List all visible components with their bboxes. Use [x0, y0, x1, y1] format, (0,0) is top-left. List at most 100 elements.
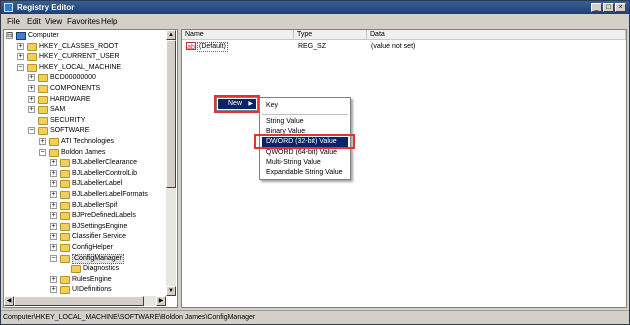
expand-icon[interactable]: + — [17, 42, 24, 50]
tree-item-label: HKEY_LOCAL_MACHINE — [39, 63, 122, 71]
expand-icon[interactable]: + — [50, 201, 57, 209]
folder-icon — [60, 222, 70, 231]
menu-view[interactable]: View — [45, 17, 62, 26]
tree-item-label: ConfigManager — [72, 253, 124, 264]
expand-icon[interactable]: + — [50, 169, 57, 177]
folder-icon — [27, 63, 37, 72]
expand-icon[interactable]: + — [50, 233, 57, 241]
tree-vertical-scrollbar[interactable]: ▲ ▼ — [166, 30, 176, 296]
tree-item-label: BCD00000000 — [50, 74, 96, 82]
folder-icon — [38, 74, 48, 83]
submenu-string-value[interactable]: String Value — [262, 117, 348, 127]
tree-item-label: BJSettingsEngine — [72, 222, 128, 230]
folder-icon — [60, 275, 70, 284]
column-header-name[interactable]: Name — [182, 30, 294, 40]
tree-item-label: ConfigHelper — [72, 244, 113, 251]
folder-icon — [60, 212, 70, 221]
status-bar: Computer\HKEY_LOCAL_MACHINE\SOFTWARE\Bol… — [1, 310, 629, 324]
tree-item-label: Diagnostics — [83, 265, 120, 273]
submenu-separator — [262, 114, 348, 115]
status-path: Computer\HKEY_LOCAL_MACHINE\SOFTWARE\Bol… — [3, 314, 256, 321]
registry-editor-window: Registry Editor _ □ × File Edit View Fav… — [0, 0, 630, 325]
collapse-icon[interactable]: − — [50, 254, 57, 262]
expand-icon[interactable]: + — [50, 191, 57, 198]
submenu-key[interactable]: Key — [262, 101, 348, 111]
folder-icon — [27, 53, 37, 62]
maximize-button[interactable]: □ — [603, 3, 614, 12]
expand-icon[interactable]: + — [50, 275, 57, 283]
folder-icon — [49, 138, 59, 146]
scroll-right-button[interactable]: ▶ — [156, 296, 166, 306]
collapse-icon[interactable]: − — [39, 148, 46, 156]
column-header-type[interactable]: Type — [294, 30, 367, 40]
tree-item-label: Classes — [61, 307, 86, 308]
folder-icon — [38, 116, 48, 125]
h-scroll-thumb[interactable] — [14, 296, 144, 306]
value-type: REG_SZ — [298, 43, 327, 50]
tree-item-label: BJLabellerClearance — [72, 159, 137, 167]
collapse-icon[interactable]: ⊟ — [6, 32, 13, 39]
expand-icon[interactable]: + — [28, 106, 35, 114]
tree-item-label: SAM — [50, 106, 66, 114]
scroll-down-button[interactable]: ▼ — [166, 286, 176, 296]
tree-item-label: Boldon James — [61, 148, 106, 156]
scroll-up-button[interactable]: ▲ — [166, 30, 176, 40]
folder-icon — [60, 180, 70, 189]
column-header-data[interactable]: Data — [367, 30, 626, 40]
folder-icon — [27, 42, 37, 51]
menu-help[interactable]: Help — [101, 17, 117, 26]
folder-icon — [60, 233, 70, 242]
menu-edit[interactable]: Edit — [27, 17, 41, 26]
registry-tree[interactable]: ⊟ Computer + HKEY_CLASSES_ROOT + HKEY_CURRENT… — [3, 29, 178, 308]
tree-item-label: HKEY_CLASSES_ROOT — [39, 42, 119, 50]
menu-favorites[interactable]: Favorites — [67, 17, 100, 26]
tree-item-label: HKEY_CURRENT_USER — [39, 53, 120, 61]
tree-item-label: BJLabellerLabelFormats — [72, 191, 148, 198]
title-bar[interactable]: Registry Editor _ □ × — [1, 1, 629, 14]
expand-icon[interactable]: + — [17, 53, 24, 61]
expand-icon[interactable]: + — [50, 222, 57, 230]
expand-icon[interactable]: + — [50, 180, 57, 188]
expand-icon[interactable]: + — [28, 85, 35, 92]
submenu-qword-value[interactable]: QWORD (64-bit) Value — [262, 148, 348, 158]
collapse-icon[interactable]: − — [17, 63, 24, 71]
tree-item-label: COMPONENTS — [50, 85, 101, 92]
expand-icon[interactable]: + — [50, 212, 57, 220]
folder-icon — [38, 127, 48, 136]
expand-icon[interactable]: + — [28, 95, 35, 103]
minimize-button[interactable]: _ — [591, 3, 602, 12]
tree-item-label: SOFTWARE — [50, 127, 90, 135]
folder-icon — [71, 265, 81, 274]
scroll-left-button[interactable]: ◀ — [4, 296, 14, 306]
tree-horizontal-scrollbar[interactable]: ◀ ▶ — [4, 296, 166, 306]
folder-icon — [60, 169, 70, 178]
folder-icon — [60, 191, 70, 199]
string-value-icon: ab — [186, 42, 196, 51]
expand-icon[interactable]: + — [28, 74, 35, 82]
menu-bar: File Edit View Favorites Help — [1, 15, 629, 28]
callout-new — [214, 95, 260, 113]
registry-editor-icon — [4, 3, 13, 12]
submenu-expandable-string-value[interactable]: Expandable String Value — [262, 168, 348, 178]
folder-icon — [60, 286, 70, 295]
expand-icon[interactable]: + — [50, 244, 57, 251]
tree-item-label: HARDWARE — [50, 95, 91, 103]
close-button[interactable]: × — [615, 3, 626, 12]
window-title: Registry Editor — [17, 3, 75, 12]
tree-item-label: Computer — [28, 32, 59, 39]
value-row[interactable]: ab (Default) REG_SZ (value not set) — [184, 42, 624, 52]
tree-item-label: BJLabellerControlLib — [72, 169, 137, 177]
collapse-icon[interactable]: − — [28, 127, 35, 135]
expand-icon[interactable]: + — [39, 138, 46, 145]
folder-icon — [60, 201, 70, 210]
tree-item-label: RulesEngine — [72, 275, 112, 283]
expand-icon[interactable]: + — [50, 286, 57, 294]
submenu-multi-string-value[interactable]: Multi-String Value — [262, 158, 348, 168]
folder-icon — [38, 106, 48, 115]
tree-item-label: BJLabellerLabel — [72, 180, 123, 188]
values-list[interactable]: Name Type Data ab (Default) REG_SZ (valu… — [181, 29, 627, 308]
menu-file[interactable]: File — [7, 17, 20, 26]
expand-icon[interactable]: + — [50, 159, 57, 167]
scroll-thumb[interactable] — [166, 40, 176, 188]
folder-icon — [38, 95, 48, 104]
